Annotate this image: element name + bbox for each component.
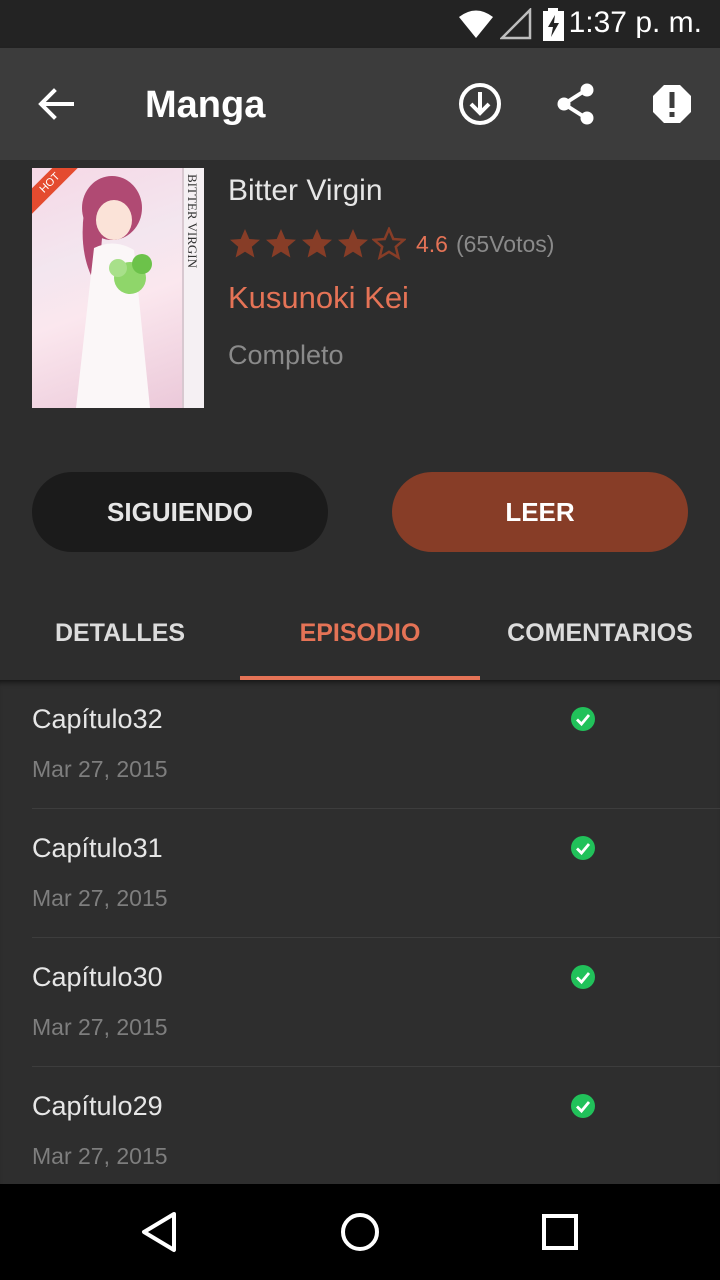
author-link[interactable]: Kusunoki Kei <box>228 280 409 316</box>
share-icon[interactable] <box>552 80 600 128</box>
rating-stars <box>228 227 408 261</box>
rating-value: 4.6 <box>416 230 448 257</box>
manga-cover[interactable]: BITTER VIRGIN HOT <box>32 168 204 408</box>
star-filled-icon <box>266 229 296 258</box>
publication-status: Completo <box>228 340 344 370</box>
app-bar: Manga <box>0 48 720 160</box>
check-circle-icon <box>571 1094 595 1118</box>
follow-button[interactable]: SIGUIENDO <box>32 472 328 552</box>
star-filled-icon <box>230 229 260 258</box>
chapter-title: Capítulo29 <box>32 1091 163 1121</box>
home-circle-icon[interactable] <box>336 1208 384 1256</box>
cover-spine: BITTER VIRGIN <box>182 168 204 408</box>
list-item[interactable]: Capítulo31 Mar 27, 2015 <box>0 809 720 938</box>
chapter-title: Capítulo31 <box>32 833 163 863</box>
tab-details[interactable]: DETALLES <box>0 590 240 676</box>
recents-square-icon[interactable] <box>536 1208 584 1256</box>
back-arrow-icon[interactable] <box>32 80 80 128</box>
chapter-title: Capítulo30 <box>32 962 163 992</box>
chapter-title: Capítulo32 <box>32 704 163 734</box>
cover-illustration <box>76 176 152 408</box>
tab-bar: DETALLES EPISODIO COMENTARIOS <box>0 590 720 680</box>
chapter-date: Mar 27, 2015 <box>32 756 168 782</box>
chapter-date: Mar 27, 2015 <box>32 1143 168 1169</box>
list-item[interactable]: Capítulo32 Mar 27, 2015 <box>0 680 720 809</box>
page-title: Manga <box>145 84 266 126</box>
download-icon[interactable] <box>456 80 504 128</box>
check-circle-icon <box>571 707 595 731</box>
status-bar: 1:37 p. m. <box>0 0 720 48</box>
chapter-date: Mar 27, 2015 <box>32 885 168 911</box>
wifi-icon <box>459 10 493 38</box>
star-filled-icon <box>338 229 368 258</box>
star-filled-icon <box>302 229 332 258</box>
tab-comments[interactable]: COMENTARIOS <box>480 590 720 676</box>
check-circle-icon <box>571 836 595 860</box>
report-icon[interactable] <box>648 80 696 128</box>
list-item[interactable]: Capítulo29 Mar 27, 2015 <box>0 1067 720 1184</box>
status-time: 1:37 p. m. <box>568 6 702 39</box>
tab-episodes[interactable]: EPISODIO <box>240 590 480 676</box>
back-triangle-icon[interactable] <box>136 1208 184 1256</box>
chapter-list: Capítulo32 Mar 27, 2015 Capítulo31 Mar 2… <box>0 680 720 1184</box>
star-outline-icon <box>372 227 406 261</box>
rating-votes: (65Votos) <box>455 230 555 257</box>
rating-row: 4.6 (65Votos) <box>228 226 554 262</box>
check-circle-icon <box>571 965 595 989</box>
signal-icon <box>500 8 532 40</box>
read-button[interactable]: LEER <box>392 472 688 552</box>
list-item[interactable]: Capítulo30 Mar 27, 2015 <box>0 938 720 1067</box>
manga-title: Bitter Virgin <box>228 174 383 207</box>
chapter-date: Mar 27, 2015 <box>32 1014 168 1040</box>
battery-charging-icon <box>543 8 564 41</box>
system-nav-bar <box>0 1184 720 1280</box>
